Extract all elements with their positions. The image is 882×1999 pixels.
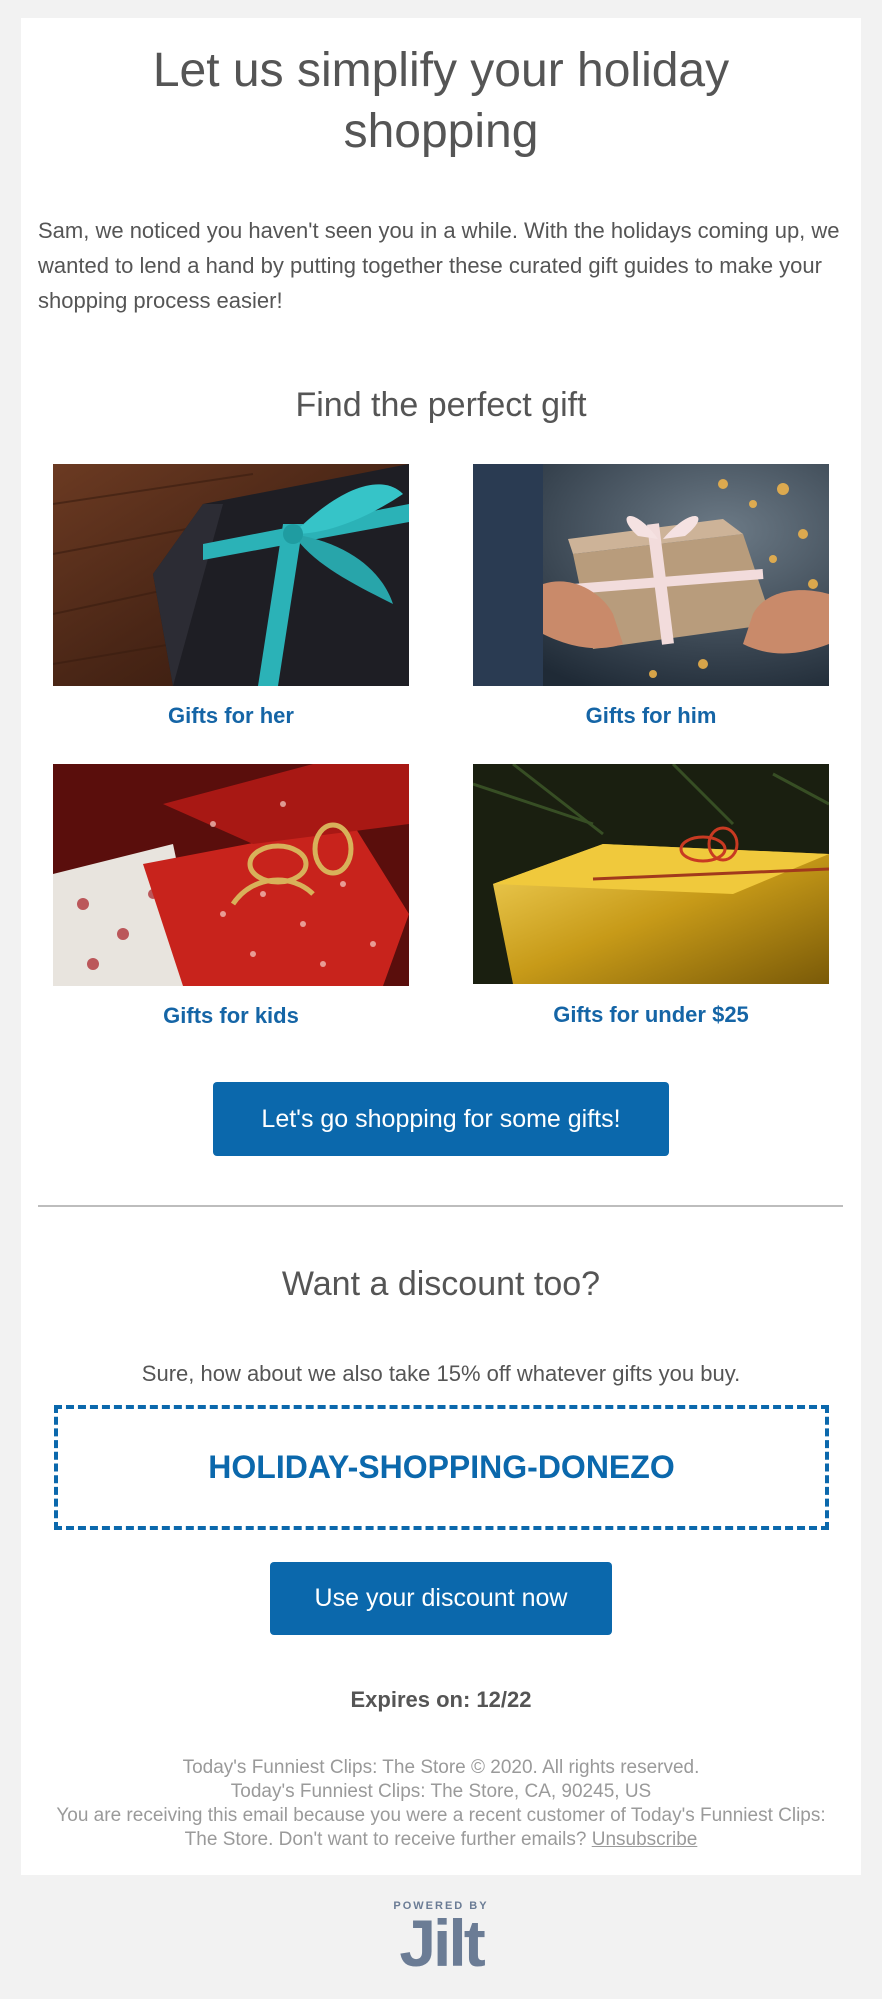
discount-code-box[interactable]: HOLIDAY-SHOPPING-DONEZO — [54, 1405, 829, 1530]
gifts-for-kids-link[interactable]: Gifts for kids — [53, 1003, 409, 1029]
gifts-under-25-link[interactable]: Gifts for under $25 — [473, 1002, 829, 1028]
discount-subtitle: Sure, how about we also take 15% off wha… — [141, 1361, 741, 1386]
intro-paragraph: Sam, we noticed you haven't seen you in … — [38, 218, 840, 313]
footer-notice-wrapper: You are receiving this email because you… — [51, 1804, 831, 1852]
unsubscribe-link[interactable]: Unsubscribe — [592, 1829, 698, 1850]
shop-gifts-button[interactable]: Let's go shopping for some gifts! — [213, 1082, 669, 1156]
gifts-under-25-image[interactable] — [473, 764, 829, 984]
jilt-logo: Jilt — [399, 1906, 485, 1980]
use-discount-button[interactable]: Use your discount now — [270, 1562, 612, 1635]
email-footer: Today's Funniest Clips: The Store © 2020… — [51, 1756, 831, 1852]
gifts-section-title: Find the perfect gift — [295, 386, 587, 424]
discount-section-title: Want a discount too? — [281, 1265, 601, 1303]
gifts-for-him-image[interactable] — [473, 464, 829, 686]
email-headline: Let us simplify your holiday shopping — [152, 44, 730, 158]
gifts-for-her-image[interactable] — [53, 464, 409, 686]
expiration-text: Expires on: 12/22 — [350, 1687, 532, 1712]
footer-address: Today's Funniest Clips: The Store, CA, 9… — [230, 1781, 652, 1802]
powered-by-jilt[interactable]: POWERED BY Jilt — [0, 1900, 882, 1980]
gifts-for-him-link[interactable]: Gifts for him — [473, 703, 829, 729]
email-card: Let us simplify your holiday shopping Sa… — [21, 18, 861, 1875]
section-divider — [38, 1205, 843, 1207]
footer-copyright: Today's Funniest Clips: The Store © 2020… — [182, 1757, 700, 1778]
gifts-for-kids-image[interactable] — [53, 764, 409, 986]
gifts-for-her-link[interactable]: Gifts for her — [53, 703, 409, 729]
footer-notice: You are receiving this email because you… — [56, 1805, 826, 1850]
discount-code: HOLIDAY-SHOPPING-DONEZO — [208, 1449, 675, 1485]
